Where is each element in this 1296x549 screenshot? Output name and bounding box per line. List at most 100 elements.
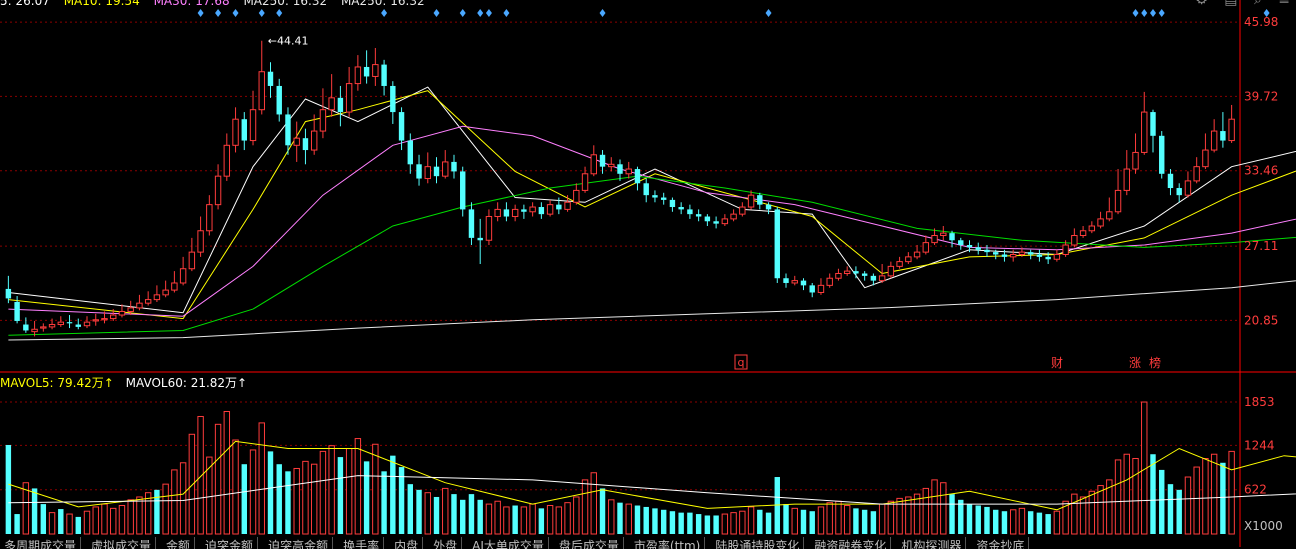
mavol60-label: MAVOL60: 21.82万↑ [125, 376, 248, 390]
volume-bar [599, 488, 606, 534]
candle [66, 322, 73, 324]
candle [1018, 251, 1026, 255]
candle [993, 252, 999, 255]
tab-indicator[interactable]: 市盈率(ttm) [630, 537, 706, 549]
tab-indicator[interactable]: 陆股通持股变化 [711, 537, 805, 549]
ma-line-ma5 [8, 86, 1296, 314]
volume-bar [555, 506, 563, 535]
candle [590, 154, 597, 175]
event-diamond-icon [1132, 9, 1139, 17]
volume-bar [958, 499, 964, 534]
candle [153, 294, 161, 301]
candle [14, 301, 20, 321]
candle [695, 214, 702, 217]
tab-indicator[interactable]: 内盘 [390, 537, 424, 549]
tab-indicator[interactable]: 外盘 [429, 537, 463, 549]
volume-bar [40, 504, 47, 534]
candle [835, 272, 842, 279]
volume-bar [494, 500, 501, 535]
annotations: ←44.41 q 财 涨榜 [197, 9, 1270, 370]
candle [293, 137, 300, 146]
candle [817, 284, 825, 293]
volume-tick-label: 1853 [1244, 395, 1275, 409]
candle [564, 201, 571, 210]
candle [556, 204, 562, 210]
tab-indicator[interactable]: 虚拟成交量 [87, 537, 157, 549]
volume-bar [1097, 485, 1104, 535]
search-icon[interactable]: ⌕ [1254, 0, 1262, 8]
volume-bar [878, 503, 886, 535]
tab-indicator[interactable]: 换手率 [339, 537, 385, 549]
volume-bar [101, 503, 108, 535]
volume-bar [319, 450, 327, 535]
volume-bar [424, 492, 431, 535]
volume-bar [757, 509, 763, 534]
candles [5, 40, 1235, 337]
candle [485, 216, 493, 241]
marker-zhang: 涨 [1129, 355, 1141, 370]
candle [354, 66, 362, 85]
tab-indicator[interactable]: 多周期成交量 [0, 537, 82, 549]
price-tick-label: 45.98 [1244, 15, 1278, 29]
price-tick-label: 33.46 [1244, 164, 1278, 178]
volume-bar [783, 504, 789, 534]
candle [442, 161, 449, 177]
candle [774, 209, 780, 279]
candle [878, 275, 886, 282]
tab-indicator[interactable]: 迫突金额 [201, 537, 259, 549]
candle [739, 206, 746, 215]
volume-bar [302, 460, 309, 535]
volume-bar [1159, 469, 1165, 534]
tab-indicator[interactable]: AI大单成交量 [468, 537, 549, 549]
tab-indicator[interactable]: 金额 [162, 537, 196, 549]
candle [416, 164, 422, 179]
volume-bar [984, 506, 990, 534]
candle [48, 324, 56, 328]
volume-bar [1176, 489, 1182, 534]
volume-bar [442, 487, 449, 535]
event-diamond-icon [381, 9, 388, 17]
volume-bar [1114, 459, 1122, 535]
candle [319, 109, 327, 132]
volume-bar [241, 464, 247, 534]
volume-bar [643, 506, 649, 534]
volume-bar [372, 443, 379, 535]
candle [1062, 244, 1069, 255]
candle [843, 270, 851, 274]
volume-bar [31, 488, 38, 534]
volume-bar [477, 499, 483, 534]
candle [625, 168, 632, 175]
volume-bar [634, 505, 641, 534]
candle [966, 245, 973, 248]
indicator-tabs: 多周期成交量 虚拟成交量 金额 迫突金额 迫突高金额 换手率 内盘 外盘 AI大单成交量 盘后成交… [0, 537, 1240, 549]
tab-indicator[interactable]: 资金抄底 [972, 537, 1030, 549]
ma-legend: 5: 26.07 MA10: 19.54 MA30: 17.68 MA250: … [0, 0, 435, 8]
volume-bar [1123, 453, 1130, 535]
volume-bar [843, 505, 851, 535]
candle [1027, 252, 1034, 255]
tab-indicator[interactable]: 机构探测器 [897, 537, 967, 549]
candle [949, 233, 955, 241]
price-tick-label: 27.11 [1244, 239, 1278, 253]
candle [870, 275, 877, 281]
axis-labels: 45.98 39.72 33.46 27.11 20.85 1853 1244 622 X100… [1244, 15, 1283, 533]
candle [110, 314, 117, 320]
volume-bar [546, 505, 554, 535]
gear-icon[interactable]: ⚙ [1195, 0, 1208, 8]
menu-icon[interactable]: ≡ [1278, 0, 1290, 8]
candle [896, 261, 903, 267]
candle [232, 118, 239, 146]
candle [1001, 254, 1008, 257]
candle [765, 204, 772, 210]
tab-indicator[interactable]: 迫突高金额 [264, 537, 334, 549]
tab-indicator[interactable]: 盘后成交量 [555, 537, 624, 549]
candle [721, 218, 729, 225]
candle [861, 273, 868, 276]
chart-icon[interactable]: ▤ [1224, 0, 1237, 8]
candle [1079, 230, 1087, 237]
candle [704, 216, 711, 222]
candle [1159, 135, 1165, 174]
candle [511, 208, 519, 218]
volume-bar [110, 507, 117, 535]
tab-indicator[interactable]: 融资融券变化 [810, 537, 892, 549]
